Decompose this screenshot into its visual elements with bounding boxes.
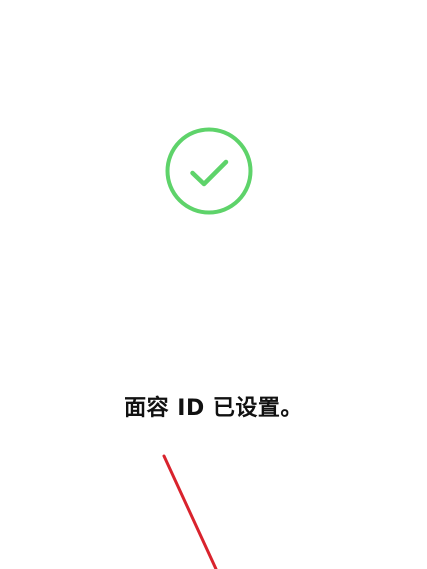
annotation-arrow-line [162, 454, 218, 569]
face-id-set-message: 面容 ID 已设置。 [124, 396, 303, 421]
checkmark-circle-icon [164, 126, 254, 216]
